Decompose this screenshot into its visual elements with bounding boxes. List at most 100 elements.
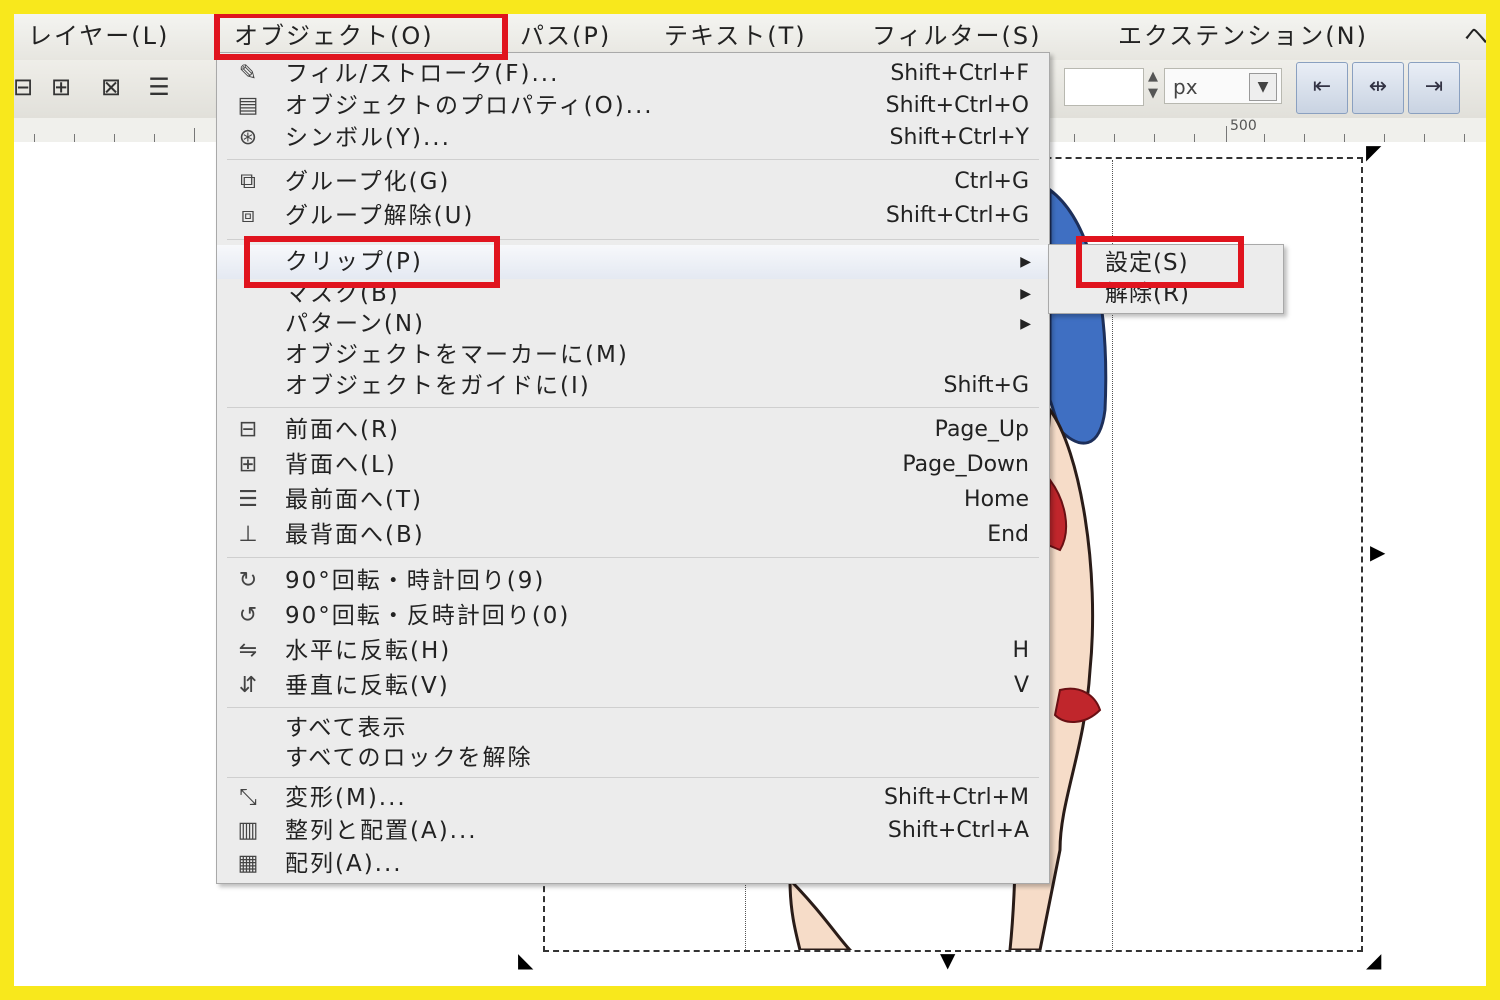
- menu-item-shortcut: V: [1013, 673, 1029, 698]
- menu-item-label: オブジェクトをマーカーに(M): [285, 342, 629, 368]
- raise-icon: ⊟: [238, 417, 258, 442]
- menu-item-ungroup[interactable]: ⧈ グループ解除(U) Shift+Ctrl+G: [217, 199, 1049, 233]
- menu-item-raise-to-top[interactable]: ☰ 最前面へ(T) Home: [217, 483, 1049, 517]
- lower-icon[interactable]: ⊞: [44, 70, 78, 104]
- menu-separator: [227, 239, 1039, 240]
- menu-item-lower-to-bottom[interactable]: ⊥ 最背面へ(B) End: [217, 518, 1049, 552]
- menu-item-label: 垂直に反転(V): [285, 673, 450, 699]
- menu-item-shortcut: Shift+Ctrl+M: [884, 785, 1029, 810]
- unit-value: px: [1173, 75, 1198, 99]
- menu-item-lower[interactable]: ⊞ 背面へ(L) Page_Down: [217, 448, 1049, 482]
- menu-item-label: クリップ(P): [285, 249, 423, 275]
- lower-to-bottom-icon: ⊥: [238, 522, 258, 547]
- menu-item-label: 背面へ(L): [285, 452, 397, 478]
- menu-item-label: 90°回転・反時計回り(0): [285, 603, 571, 629]
- resize-handle[interactable]: ◣: [518, 948, 533, 972]
- menu-item-unhide-all[interactable]: すべて表示: [217, 711, 1049, 745]
- menu-item-rotate-ccw[interactable]: ↺ 90°回転・反時計回り(0): [217, 599, 1049, 633]
- align-right-icon[interactable]: ⇥: [1408, 62, 1460, 114]
- clip-set-item[interactable]: 設定(S): [1105, 248, 1189, 278]
- align-left-icon[interactable]: ⇤: [1296, 62, 1348, 114]
- menu-item-label: すべてのロックを解除: [285, 745, 533, 771]
- menu-item-shortcut: Ctrl+G: [954, 169, 1029, 194]
- resize-handle[interactable]: ▼: [940, 948, 955, 972]
- menu-item-shortcut: H: [1012, 638, 1029, 663]
- menu-item-objects-to-marker[interactable]: オブジェクトをマーカーに(M): [217, 338, 1049, 372]
- align-distribute-icon: ▥: [237, 818, 259, 843]
- menu-item-shortcut: Page_Up: [934, 417, 1029, 442]
- fill-stroke-icon: ✎: [238, 61, 258, 86]
- lower-to-bottom-icon[interactable]: ⊟: [6, 70, 40, 104]
- menu-item-clip[interactable]: クリップ(P) ▶: [217, 245, 1049, 279]
- menu-item-unlock-all[interactable]: すべてのロックを解除: [217, 741, 1049, 775]
- group-icon: ⧉: [240, 169, 256, 194]
- menu-item-label: 90°回転・時計回り(9): [285, 568, 546, 594]
- arrange-icon: ▦: [237, 851, 259, 876]
- ungroup-icon: ⧈: [241, 203, 255, 228]
- menu-item-rotate-cw[interactable]: ↻ 90°回転・時計回り(9): [217, 564, 1049, 598]
- menu-item-transform[interactable]: ⤡ 変形(M)... Shift+Ctrl+M: [217, 781, 1049, 815]
- menu-item-shortcut: Shift+Ctrl+Y: [889, 125, 1029, 150]
- menu-item-label: 水平に反転(H): [285, 638, 452, 664]
- submenu-arrow-icon: ▶: [1020, 286, 1031, 302]
- menu-item-mask[interactable]: マスク(B) ▶: [217, 277, 1049, 311]
- menu-item-flip-horizontal[interactable]: ⇋ 水平に反転(H) H: [217, 634, 1049, 668]
- menu-item-shortcut: Page_Down: [902, 452, 1029, 477]
- menu-item-label: シンボル(Y)...: [285, 125, 451, 151]
- menu-item-shortcut: Shift+Ctrl+A: [887, 818, 1029, 843]
- menu-extensions[interactable]: エクステンション(N): [1118, 14, 1368, 58]
- menu-item-label: 配列(A)...: [285, 851, 403, 877]
- menu-item-label: フィル/ストローク(F)...: [285, 61, 560, 87]
- transform-icon: ⤡: [239, 785, 257, 810]
- menu-separator: [227, 407, 1039, 408]
- clip-release-item[interactable]: 解除(R): [1105, 279, 1190, 309]
- menu-item-objects-to-guides[interactable]: オブジェクトをガイドに(I) Shift+G: [217, 369, 1049, 403]
- raise-to-top-icon: ☰: [238, 487, 258, 512]
- menu-item-raise[interactable]: ⊟ 前面へ(R) Page_Up: [217, 413, 1049, 447]
- resize-handle[interactable]: ◢: [1366, 948, 1381, 972]
- menu-item-label: 整列と配置(A)...: [285, 818, 478, 844]
- menu-item-fill-stroke[interactable]: ✎ フィル/ストローク(F)... Shift+Ctrl+F: [217, 57, 1049, 91]
- menu-item-label: オブジェクトのプロパティ(O)...: [285, 93, 654, 119]
- flip-horizontal-icon: ⇋: [238, 638, 258, 663]
- object-menu: ✎ フィル/ストローク(F)... Shift+Ctrl+F ▤ オブジェクトの…: [216, 52, 1050, 884]
- object-properties-icon: ▤: [237, 93, 259, 118]
- unit-select[interactable]: px ▼: [1164, 68, 1282, 104]
- menu-item-shortcut: Home: [964, 487, 1029, 512]
- menu-separator: [227, 557, 1039, 558]
- menu-separator: [227, 159, 1039, 160]
- height-input[interactable]: [1064, 68, 1144, 106]
- align-center-icon[interactable]: ⇹: [1352, 62, 1404, 114]
- submenu-arrow-icon: ▶: [1020, 254, 1031, 270]
- menu-item-label: 変形(M)...: [285, 785, 407, 811]
- menu-separator: [227, 777, 1039, 778]
- menu-item-object-properties[interactable]: ▤ オブジェクトのプロパティ(O)... Shift+Ctrl+O: [217, 89, 1049, 123]
- menu-item-group[interactable]: ⧉ グループ化(G) Ctrl+G: [217, 165, 1049, 199]
- menu-item-label: グループ解除(U): [285, 203, 475, 229]
- symbols-icon: ⊛: [238, 125, 258, 150]
- chevron-down-icon[interactable]: ▼: [1249, 73, 1277, 101]
- menu-help[interactable]: ヘ: [1464, 14, 1490, 58]
- menu-item-shortcut: Shift+G: [943, 373, 1030, 398]
- ruler-label: 500: [1230, 118, 1257, 134]
- menu-item-shortcut: Shift+Ctrl+G: [885, 203, 1029, 228]
- resize-handle[interactable]: ◤: [1366, 140, 1381, 164]
- lower-icon: ⊞: [238, 452, 258, 477]
- menu-item-label: すべて表示: [285, 715, 408, 741]
- menu-item-align-distribute[interactable]: ▥ 整列と配置(A)... Shift+Ctrl+A: [217, 814, 1049, 848]
- flip-vertical-icon: ⇵: [238, 673, 258, 698]
- resize-handle[interactable]: ▶: [1370, 540, 1385, 564]
- height-spin-arrows[interactable]: ▲ ▼: [1144, 68, 1162, 104]
- rotate-cw-icon: ↻: [238, 568, 258, 593]
- raise-icon[interactable]: ⊠: [94, 70, 128, 104]
- menu-separator: [227, 707, 1039, 708]
- menu-item-label: 最前面へ(T): [285, 487, 423, 513]
- menu-item-flip-vertical[interactable]: ⇵ 垂直に反転(V) V: [217, 669, 1049, 703]
- raise-to-top-icon[interactable]: ☰: [142, 70, 176, 104]
- rotate-ccw-icon: ↺: [238, 603, 258, 628]
- menu-item-pattern[interactable]: パターン(N) ▶: [217, 307, 1049, 341]
- menu-layer[interactable]: レイヤー(L): [28, 14, 169, 58]
- menu-item-symbols[interactable]: ⊛ シンボル(Y)... Shift+Ctrl+Y: [217, 121, 1049, 155]
- menu-item-arrange[interactable]: ▦ 配列(A)...: [217, 847, 1049, 881]
- clip-submenu: 設定(S) 解除(R): [1048, 244, 1284, 314]
